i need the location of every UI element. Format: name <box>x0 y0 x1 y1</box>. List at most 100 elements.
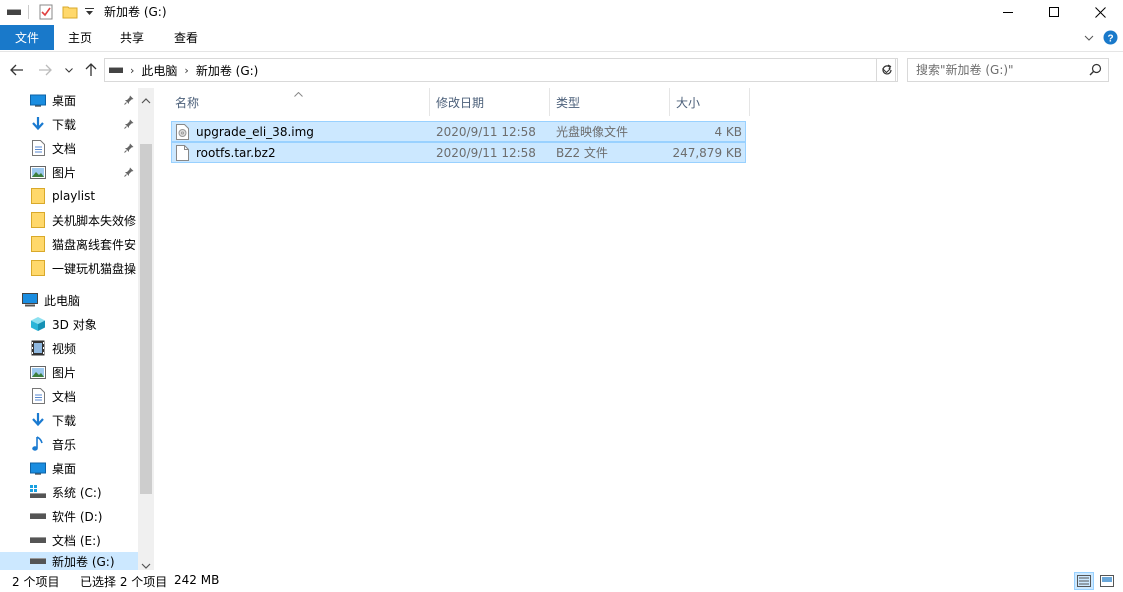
folder-icon <box>30 188 46 204</box>
desktop-icon <box>30 92 46 108</box>
folder-icon <box>30 260 46 276</box>
nav-item-documents[interactable]: 文档 <box>0 384 138 408</box>
customize-toolbar-icon[interactable] <box>82 0 96 24</box>
3d-objects-icon <box>30 316 46 332</box>
nav-item-downloads[interactable]: 下载 <box>0 112 138 136</box>
new-folder-icon[interactable] <box>60 0 80 24</box>
nav-item-folder[interactable]: 关机脚本失效修 <box>0 208 138 232</box>
selection-count: 已选择 2 个项目 <box>80 575 168 589</box>
download-icon <box>30 116 46 132</box>
search-box <box>907 58 1109 82</box>
details-view-icon[interactable] <box>1074 572 1094 590</box>
file-row[interactable]: rootfs.tar.bz2 2020/9/11 12:58 BZ2 文件 24… <box>171 142 746 163</box>
nav-item-pictures[interactable]: 图片 <box>0 160 138 184</box>
folder-icon <box>30 236 46 252</box>
breadcrumb-this-pc[interactable]: 此电脑 <box>137 62 181 79</box>
drive-icon <box>30 532 46 548</box>
properties-icon[interactable] <box>36 0 56 24</box>
breadcrumb-current[interactable]: 新加卷 (G:) <box>192 62 263 79</box>
back-icon[interactable] <box>6 58 28 82</box>
ribbon: 文件 主页 共享 查看 ? <box>0 25 1123 52</box>
svg-text:?: ? <box>1107 34 1113 45</box>
large-icons-view-icon[interactable] <box>1097 572 1117 590</box>
download-icon <box>30 412 46 428</box>
file-name: upgrade_eli_38.img <box>196 124 314 139</box>
chevron-right-icon[interactable]: › <box>127 64 137 77</box>
up-icon[interactable] <box>80 58 102 82</box>
video-icon <box>30 340 46 356</box>
forward-icon[interactable] <box>34 58 56 82</box>
pin-icon[interactable] <box>123 118 135 130</box>
nav-scrollbar[interactable] <box>138 88 154 570</box>
tab-home[interactable]: 主页 <box>56 25 104 50</box>
file-modified: 2020/9/11 12:58 <box>436 145 536 160</box>
column-header-modified[interactable]: 修改日期 <box>430 88 550 116</box>
file-row[interactable]: upgrade_eli_38.img 2020/9/11 12:58 光盘映像文… <box>171 121 746 142</box>
nav-item-folder[interactable]: 猫盘离线套件安 <box>0 232 138 256</box>
nav-item-documents[interactable]: 文档 <box>0 136 138 160</box>
pin-icon[interactable] <box>123 94 135 106</box>
drive-icon[interactable] <box>4 0 24 24</box>
scroll-up-icon[interactable] <box>141 93 151 107</box>
nav-item-downloads[interactable]: 下载 <box>0 408 138 432</box>
drive-icon <box>30 553 46 569</box>
file-type: BZ2 文件 <box>556 146 608 160</box>
nav-item-drive-c[interactable]: 系统 (C:) <box>0 480 138 504</box>
search-icon[interactable] <box>1089 63 1102 79</box>
refresh-icon[interactable] <box>876 58 898 82</box>
title-bar: 新加卷 (G:) <box>0 0 1123 24</box>
nav-item-pictures[interactable]: 图片 <box>0 360 138 384</box>
desktop-icon <box>30 460 46 476</box>
maximize-button[interactable] <box>1031 0 1077 24</box>
pin-icon[interactable] <box>123 142 135 154</box>
document-icon <box>30 388 46 404</box>
file-size: 247,879 KB <box>672 145 742 160</box>
window-title: 新加卷 (G:) <box>104 5 167 19</box>
drive-icon <box>30 508 46 524</box>
column-header-name[interactable]: 名称 <box>169 88 430 116</box>
search-input[interactable] <box>908 63 1078 77</box>
navigation-pane: 桌面 下载 文档 图片 playlist 关机脚本失效修 猫盘离线套件安 一键玩… <box>0 88 154 570</box>
tab-file[interactable]: 文件 <box>0 25 54 50</box>
folder-icon <box>30 212 46 228</box>
music-icon <box>30 436 46 452</box>
system-drive-icon <box>30 484 46 500</box>
item-count: 2 个项目 <box>12 575 60 589</box>
minimize-button[interactable] <box>985 0 1031 24</box>
computer-icon <box>22 292 38 308</box>
column-header-type[interactable]: 类型 <box>550 88 670 116</box>
picture-icon <box>30 364 46 380</box>
nav-item-drive-e[interactable]: 文档 (E:) <box>0 528 138 552</box>
nav-item-this-pc[interactable]: 此电脑 <box>0 288 138 312</box>
nav-item-drive-d[interactable]: 软件 (D:) <box>0 504 138 528</box>
generic-file-icon <box>176 143 194 162</box>
tab-view[interactable]: 查看 <box>162 25 210 50</box>
file-size: 4 KB <box>714 124 742 139</box>
close-button[interactable] <box>1077 0 1123 24</box>
address-bar[interactable]: › 此电脑 › 新加卷 (G:) <box>104 58 896 82</box>
expand-ribbon-icon[interactable] <box>1080 25 1098 50</box>
nav-item-playlist[interactable]: playlist <box>0 184 138 208</box>
file-type: 光盘映像文件 <box>556 125 629 139</box>
nav-item-desktop[interactable]: 桌面 <box>0 456 138 480</box>
nav-item-folder[interactable]: 一键玩机猫盘操 <box>0 256 138 280</box>
nav-item-desktop[interactable]: 桌面 <box>0 88 138 112</box>
tab-share[interactable]: 共享 <box>108 25 156 50</box>
picture-icon <box>30 164 46 180</box>
disc-image-file-icon <box>176 122 194 141</box>
address-row: › 此电脑 › 新加卷 (G:) <box>0 56 1123 84</box>
nav-item-music[interactable]: 音乐 <box>0 432 138 456</box>
status-bar: 2 个项目 已选择 2 个项目 242 MB <box>0 570 1123 592</box>
help-icon[interactable]: ? <box>1100 25 1120 50</box>
nav-item-drive-g[interactable]: 新加卷 (G:) <box>0 552 138 570</box>
column-header-size[interactable]: 大小 <box>670 88 750 116</box>
chevron-right-icon[interactable]: › <box>181 64 191 77</box>
file-name: rootfs.tar.bz2 <box>196 145 276 160</box>
scrollbar-thumb[interactable] <box>140 144 152 494</box>
nav-item-3d-objects[interactable]: 3D 对象 <box>0 312 138 336</box>
nav-item-videos[interactable]: 视频 <box>0 336 138 360</box>
drive-icon <box>105 66 127 74</box>
title-divider <box>26 0 30 24</box>
recent-locations-icon[interactable] <box>62 58 76 82</box>
pin-icon[interactable] <box>123 166 135 178</box>
